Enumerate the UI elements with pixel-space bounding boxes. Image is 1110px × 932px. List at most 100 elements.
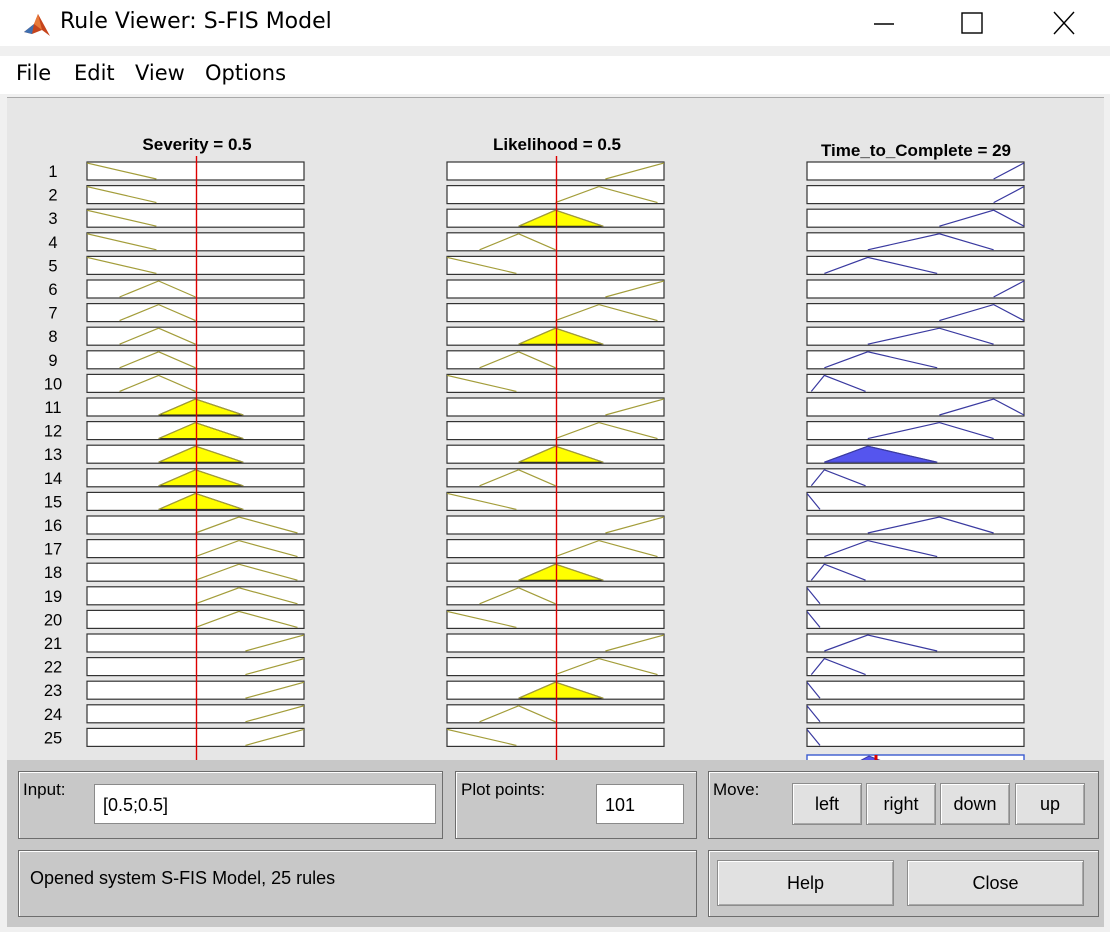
rule-plot-box: [806, 656, 1025, 677]
rule-plot-box: [446, 350, 665, 370]
rule-number: 13: [44, 446, 62, 464]
rule-plot-box: [806, 303, 1025, 323]
column-title-2: Likelihood = 0.5: [493, 135, 621, 154]
matlab-icon: [22, 10, 52, 38]
maximize-icon[interactable]: [948, 3, 994, 43]
rule-plot-area: Severity = 0.5 Likelihood = 0.5 Time_to_Co…: [7, 97, 1104, 761]
input-label: Input:: [23, 780, 66, 799]
rule-plot-box: [446, 633, 665, 653]
plot-points-field[interactable]: 101: [596, 784, 684, 824]
rule-number: 1: [48, 163, 57, 181]
menu-file[interactable]: File: [16, 61, 51, 85]
rule-plot-box: [806, 727, 1025, 748]
window-title: Rule Viewer: S-FIS Model: [60, 9, 332, 34]
rule-plot-box: [806, 421, 1025, 441]
move-up-button[interactable]: up: [1015, 783, 1085, 825]
rule-plot-box: [806, 562, 1025, 582]
rule-plot-box: [86, 539, 305, 559]
rule-number: 24: [44, 706, 62, 724]
rule-number: 23: [44, 682, 62, 700]
rule-plot-box: [86, 656, 305, 677]
plot-points-panel: Plot points: 101: [455, 771, 697, 839]
rule-plot-box: [86, 279, 305, 299]
rule-plot-box: [806, 232, 1025, 252]
rule-number: 3: [48, 210, 57, 228]
move-label: Move:: [713, 780, 760, 799]
rule-plot-box: [806, 279, 1025, 299]
rule-number: 25: [44, 729, 62, 747]
close-button[interactable]: Close: [907, 860, 1084, 906]
rule-plot-box: [446, 656, 665, 677]
rule-number: 18: [44, 564, 62, 582]
rule-plot-box: [86, 562, 305, 582]
minimize-icon[interactable]: [858, 3, 904, 43]
rule-number: 19: [44, 588, 62, 606]
rule-number: 22: [44, 659, 62, 677]
input-field[interactable]: [0.5;0.5]: [94, 784, 436, 824]
menu-edit[interactable]: Edit: [74, 61, 115, 85]
close-icon[interactable]: [1042, 3, 1088, 43]
rule-number: 7: [48, 305, 57, 323]
help-button[interactable]: Help: [717, 860, 894, 906]
rule-number: 14: [44, 470, 62, 488]
rule-number: 16: [44, 517, 62, 535]
rule-number: 9: [48, 352, 57, 370]
rule-plot-box: [446, 704, 665, 724]
menu-options[interactable]: Options: [205, 61, 286, 85]
rule-plot-box: [86, 350, 305, 370]
rule-plot-box: [446, 539, 665, 559]
rule-plot-box: [86, 303, 305, 323]
rule-plot-box: [806, 161, 1025, 181]
rule-plot-box: [806, 373, 1025, 393]
move-panel: Move: left right down up: [708, 771, 1099, 839]
rule-number: 12: [44, 423, 62, 441]
rule-number: 17: [44, 541, 62, 559]
rule-plot-box: [86, 727, 305, 748]
rule-plot-box: [806, 184, 1025, 205]
rule-number: 10: [44, 375, 62, 393]
rule-number: 4: [48, 234, 57, 252]
rule-plot-box: [806, 539, 1025, 559]
rule-plot-box: [86, 326, 305, 346]
rule-plot-box: [446, 232, 665, 252]
move-down-button[interactable]: down: [940, 783, 1010, 825]
input-panel: Input: [0.5;0.5]: [18, 771, 443, 839]
rule-plot-box: [806, 326, 1025, 346]
move-right-button[interactable]: right: [866, 783, 936, 825]
rule-plot-box: [806, 208, 1025, 228]
column-title-1: Severity = 0.5: [142, 135, 251, 154]
rule-number: 6: [48, 281, 57, 299]
rule-plot-box: [86, 680, 305, 700]
rule-number: 20: [44, 611, 62, 629]
rule-number: 11: [44, 399, 61, 417]
column-title-3: Time_to_Complete = 29: [821, 141, 1011, 160]
menu-bar: File Edit View Options: [0, 56, 1110, 94]
rule-plot-box: [446, 161, 665, 181]
control-panel: Input: [0.5;0.5] Plot points: 101 Move: …: [7, 760, 1104, 927]
status-text: Opened system S-FIS Model, 25 rules: [30, 868, 336, 888]
rule-plot-box: [446, 468, 665, 488]
rule-plot-box: [806, 468, 1025, 488]
rule-plot-box: [446, 515, 665, 535]
rule-plot-box: [806, 350, 1025, 370]
rule-plot-box: [86, 633, 305, 653]
rule-plot-box: [806, 255, 1025, 275]
title-bar: Rule Viewer: S-FIS Model: [0, 0, 1110, 46]
rule-number: 21: [44, 635, 62, 653]
rule-plot-box: [446, 421, 665, 441]
move-left-button[interactable]: left: [792, 783, 862, 825]
rule-plot-box: [446, 586, 665, 606]
rule-plot-box: [806, 491, 1025, 511]
rule-plot-box: [806, 633, 1025, 653]
rule-plot-box: [806, 680, 1025, 700]
rule-plot-box: [446, 397, 665, 417]
rule-plot-box: [86, 704, 305, 724]
help-close-panel: Help Close: [708, 850, 1099, 917]
rule-plot-box: [446, 184, 665, 205]
menu-view[interactable]: View: [135, 61, 185, 85]
rule-plot-box: [806, 397, 1025, 417]
rule-plot-box: [806, 586, 1025, 606]
rule-plot-box: [806, 704, 1025, 724]
rule-plot-box: [806, 609, 1025, 630]
rule-plot-box: [86, 586, 305, 606]
